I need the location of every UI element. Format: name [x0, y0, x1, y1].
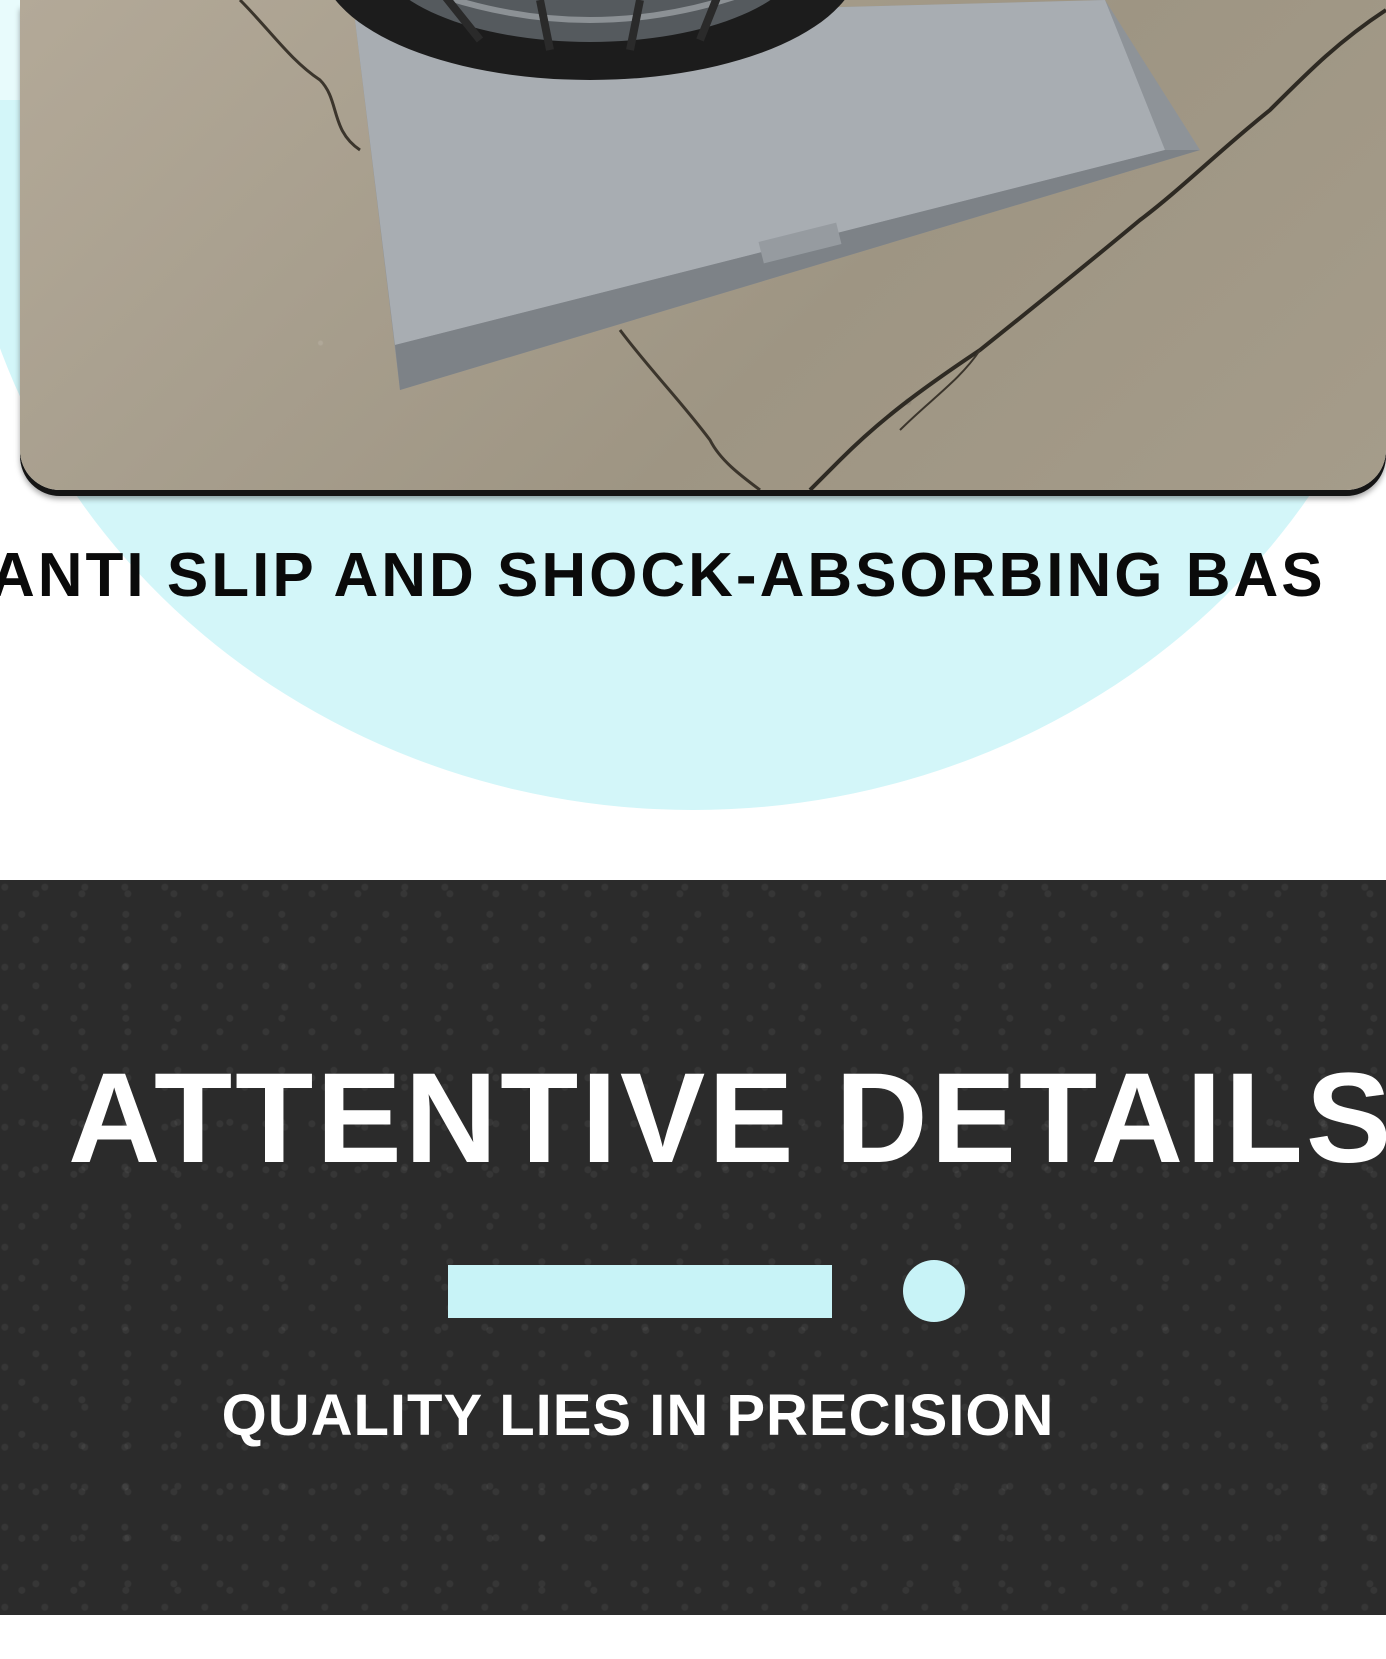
feature-section: ANTI SLIP AND SHOCK-ABSORBING BAS [0, 0, 1386, 820]
product-photo-base-on-concrete [20, 0, 1386, 490]
details-title: ATTENTIVE DETAILS [68, 1047, 1386, 1190]
feature-caption: ANTI SLIP AND SHOCK-ABSORBING BAS [0, 540, 1386, 610]
product-photo-illustration [238, 0, 1386, 490]
feature-caption-text: ANTI SLIP AND SHOCK-ABSORBING BAS [0, 541, 1326, 610]
details-banner: ATTENTIVE DETAILS QUALITY LIES IN PRECIS… [0, 880, 1386, 1615]
accent-dot [903, 1260, 965, 1322]
details-subtitle: QUALITY LIES IN PRECISION [221, 1383, 1055, 1448]
accent-bar [448, 1265, 832, 1318]
